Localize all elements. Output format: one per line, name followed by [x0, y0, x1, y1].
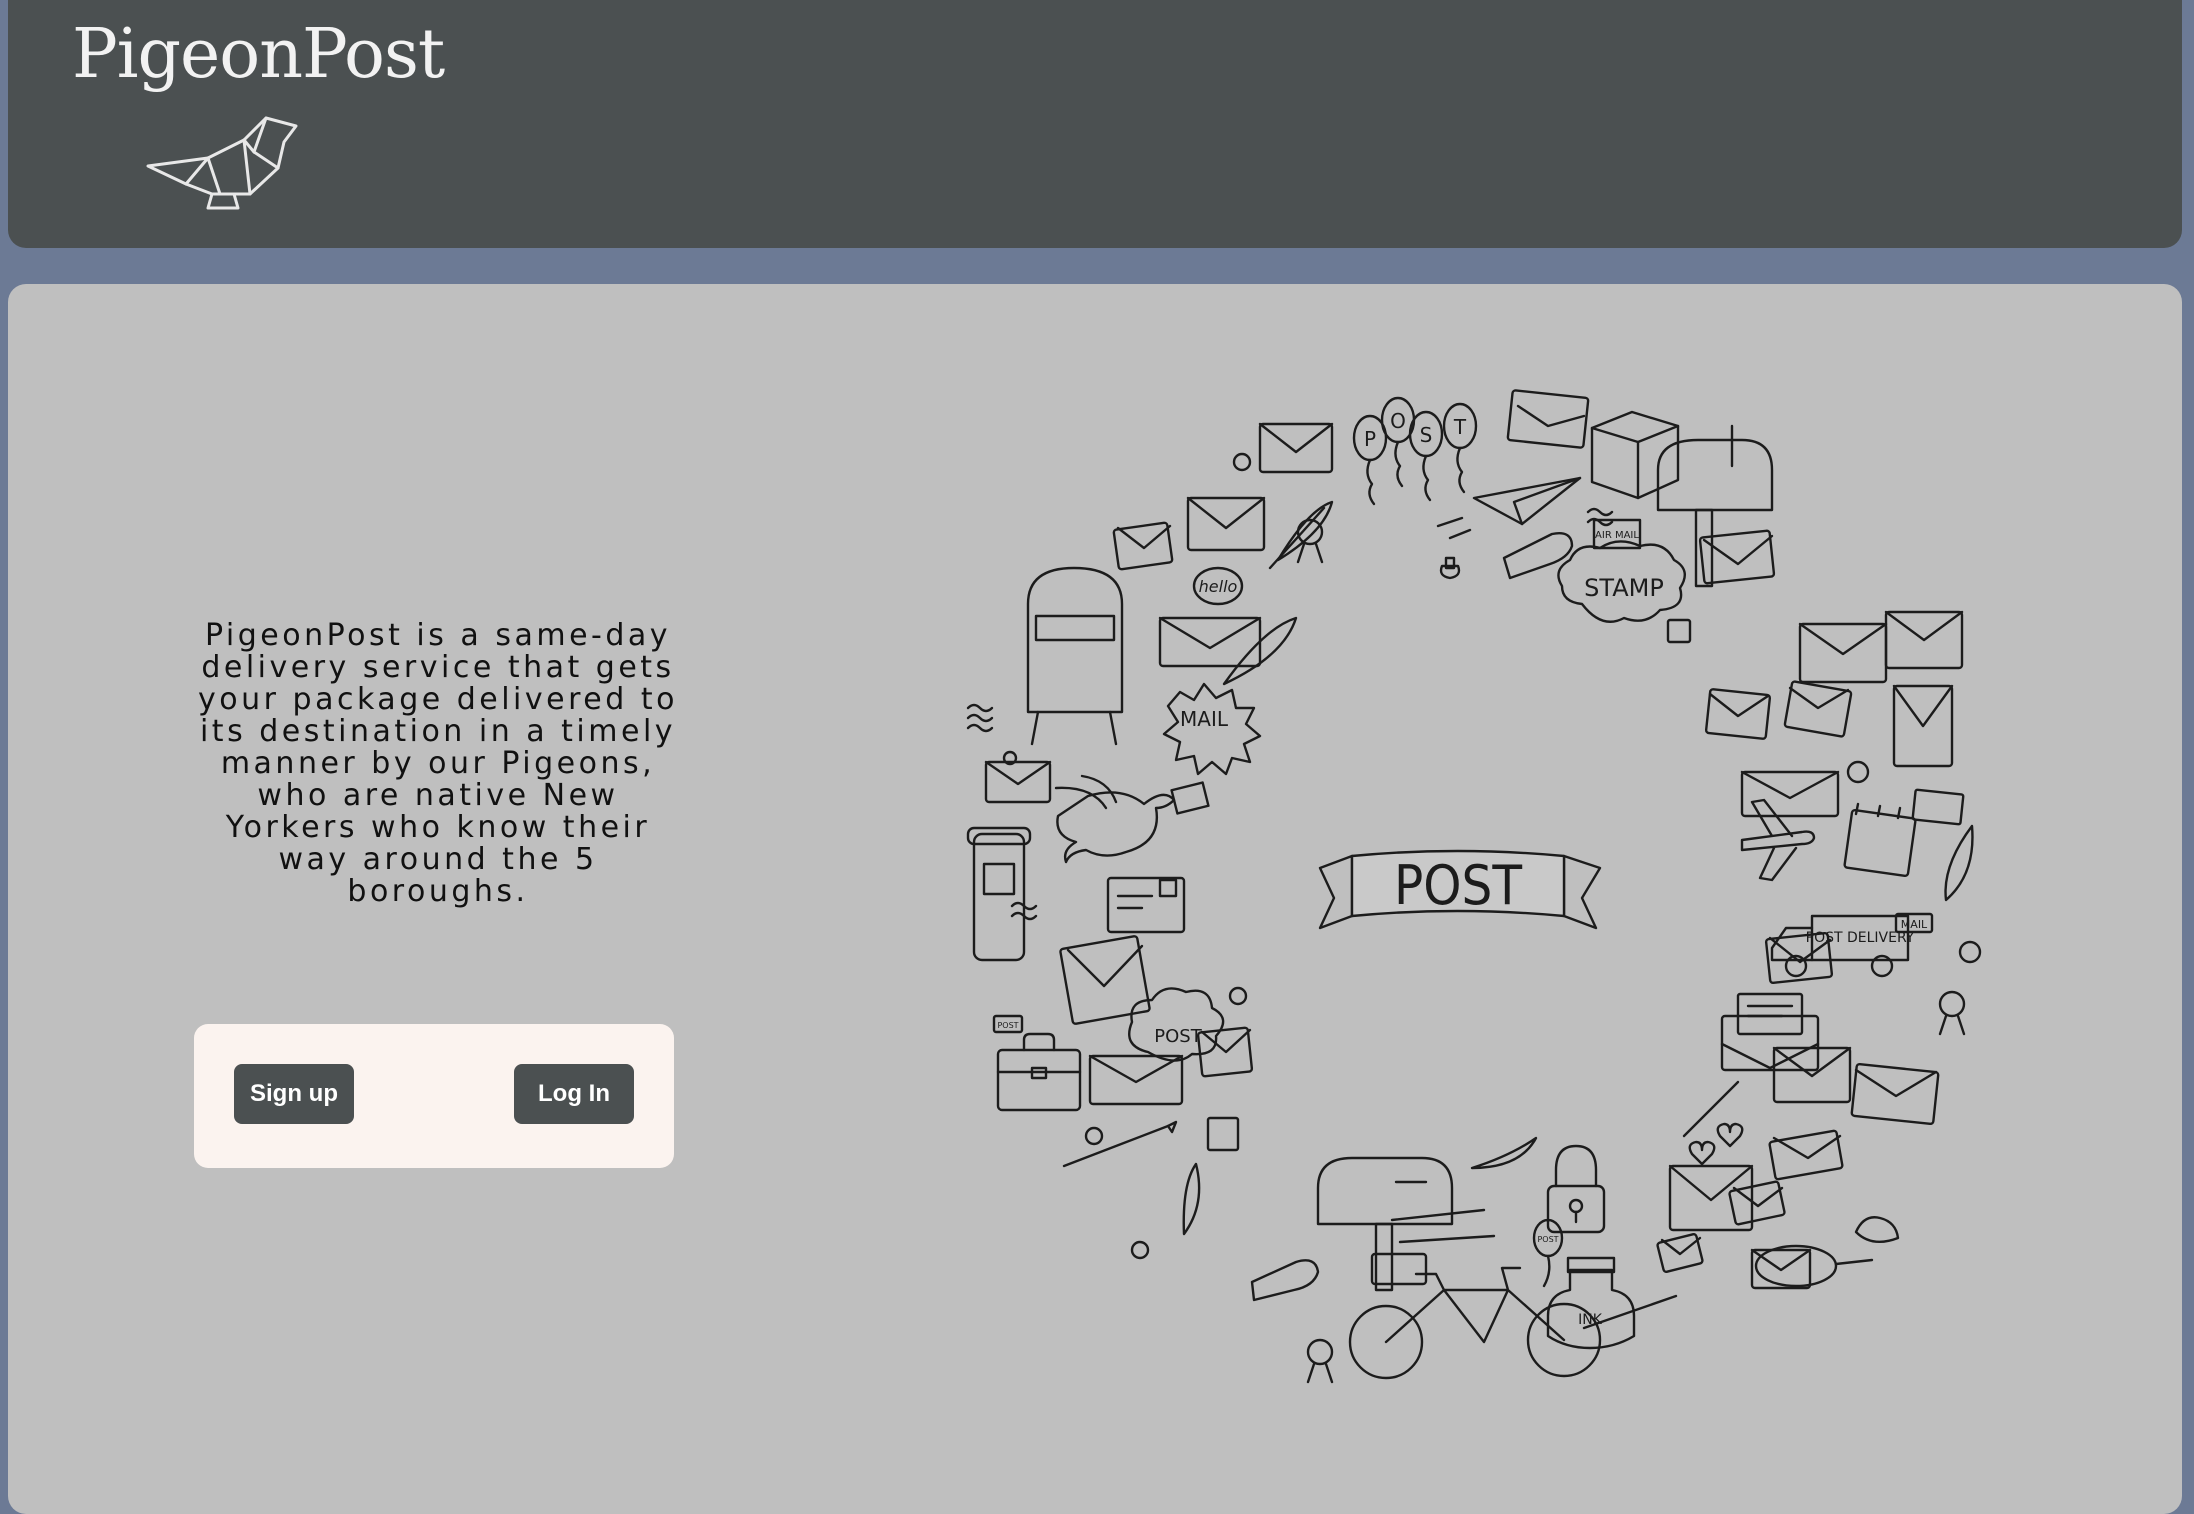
svg-text:POST: POST: [1537, 1235, 1558, 1244]
brand-name[interactable]: PigeonPost: [72, 14, 445, 96]
delivery-truck: POST DELIVERY: [1770, 914, 1915, 978]
tagline: PigeonPost is a same-day delivery servic…: [198, 618, 678, 909]
post-bubble: POST: [1128, 987, 1225, 1062]
package: [1590, 410, 1680, 500]
bicycle: POST: [1348, 1218, 1602, 1380]
padlock: [1546, 1144, 1606, 1234]
svg-text:POST: POST: [997, 1021, 1018, 1030]
postal-doodle-wreath: POST P O S T STAMP AIR MAIL MAIL hello P…: [966, 389, 1982, 1384]
svg-text:O: O: [1390, 409, 1406, 433]
letter-balloons: P O S T: [1352, 396, 1478, 506]
site-header: PigeonPost: [8, 0, 2182, 248]
svg-text:T: T: [1453, 415, 1467, 439]
post-banner: POST: [1318, 849, 1602, 930]
paper-plane: [1436, 476, 1582, 540]
love-letter: [1668, 1122, 1754, 1232]
auth-card: Sign up Log In: [194, 1024, 674, 1168]
login-button[interactable]: Log In: [514, 1064, 634, 1124]
svg-text:INK: INK: [1578, 1312, 1603, 1328]
airplane: [1740, 798, 1816, 882]
svg-text:S: S: [1420, 423, 1433, 447]
pigeon-doodle: [1054, 774, 1210, 864]
stamp-bubble: STAMP AIR MAIL: [1557, 518, 1686, 623]
svg-text:hello: hello: [1199, 577, 1238, 596]
svg-text:POST: POST: [1154, 1026, 1202, 1047]
hello-bubble: hello: [1192, 566, 1244, 606]
svg-text:AIR MAIL: AIR MAIL: [1595, 530, 1639, 541]
mail-burst: MAIL: [1162, 682, 1262, 776]
svg-text:MAIL: MAIL: [1180, 707, 1229, 731]
origami-bird-icon[interactable]: [146, 112, 300, 210]
envelopes: [984, 389, 1964, 1290]
signup-button[interactable]: Sign up: [234, 1064, 354, 1124]
center-post-label: POST: [1394, 854, 1522, 917]
calendar: [1843, 802, 1917, 877]
svg-text:P: P: [1364, 427, 1376, 451]
svg-text:MAIL: MAIL: [1901, 918, 1928, 931]
svg-text:STAMP: STAMP: [1584, 574, 1664, 602]
briefcase: [996, 1032, 1082, 1112]
